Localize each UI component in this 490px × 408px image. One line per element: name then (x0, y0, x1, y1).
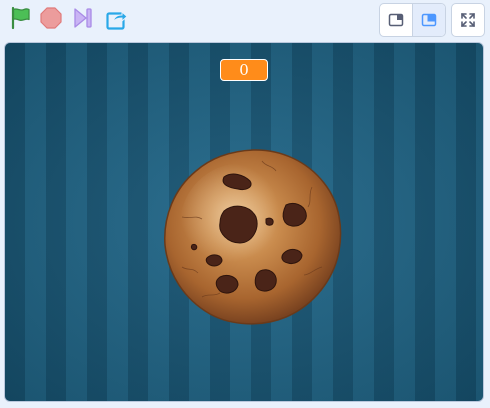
share-button[interactable] (104, 6, 130, 32)
green-flag-button[interactable] (7, 5, 33, 31)
cookie-icon (164, 149, 342, 325)
fullscreen-icon (461, 13, 475, 27)
fullscreen-button[interactable] (451, 3, 485, 37)
stop-button[interactable] (38, 5, 64, 31)
normal-stage-icon (421, 13, 437, 27)
turbo-mode-button[interactable] (70, 5, 96, 31)
normal-stage-button[interactable] (412, 4, 445, 36)
turbo-mode-icon (74, 8, 92, 28)
stop-icon (40, 7, 62, 29)
stage-toolbar (0, 0, 490, 40)
score-monitor: 0 (220, 59, 268, 81)
small-stage-icon (388, 13, 404, 27)
stage-size-toggle (379, 3, 446, 37)
share-icon (106, 10, 128, 30)
small-stage-button[interactable] (380, 4, 412, 36)
green-flag-icon (11, 6, 30, 30)
stage[interactable]: 0 (4, 42, 484, 402)
cookie-sprite[interactable] (162, 147, 344, 329)
